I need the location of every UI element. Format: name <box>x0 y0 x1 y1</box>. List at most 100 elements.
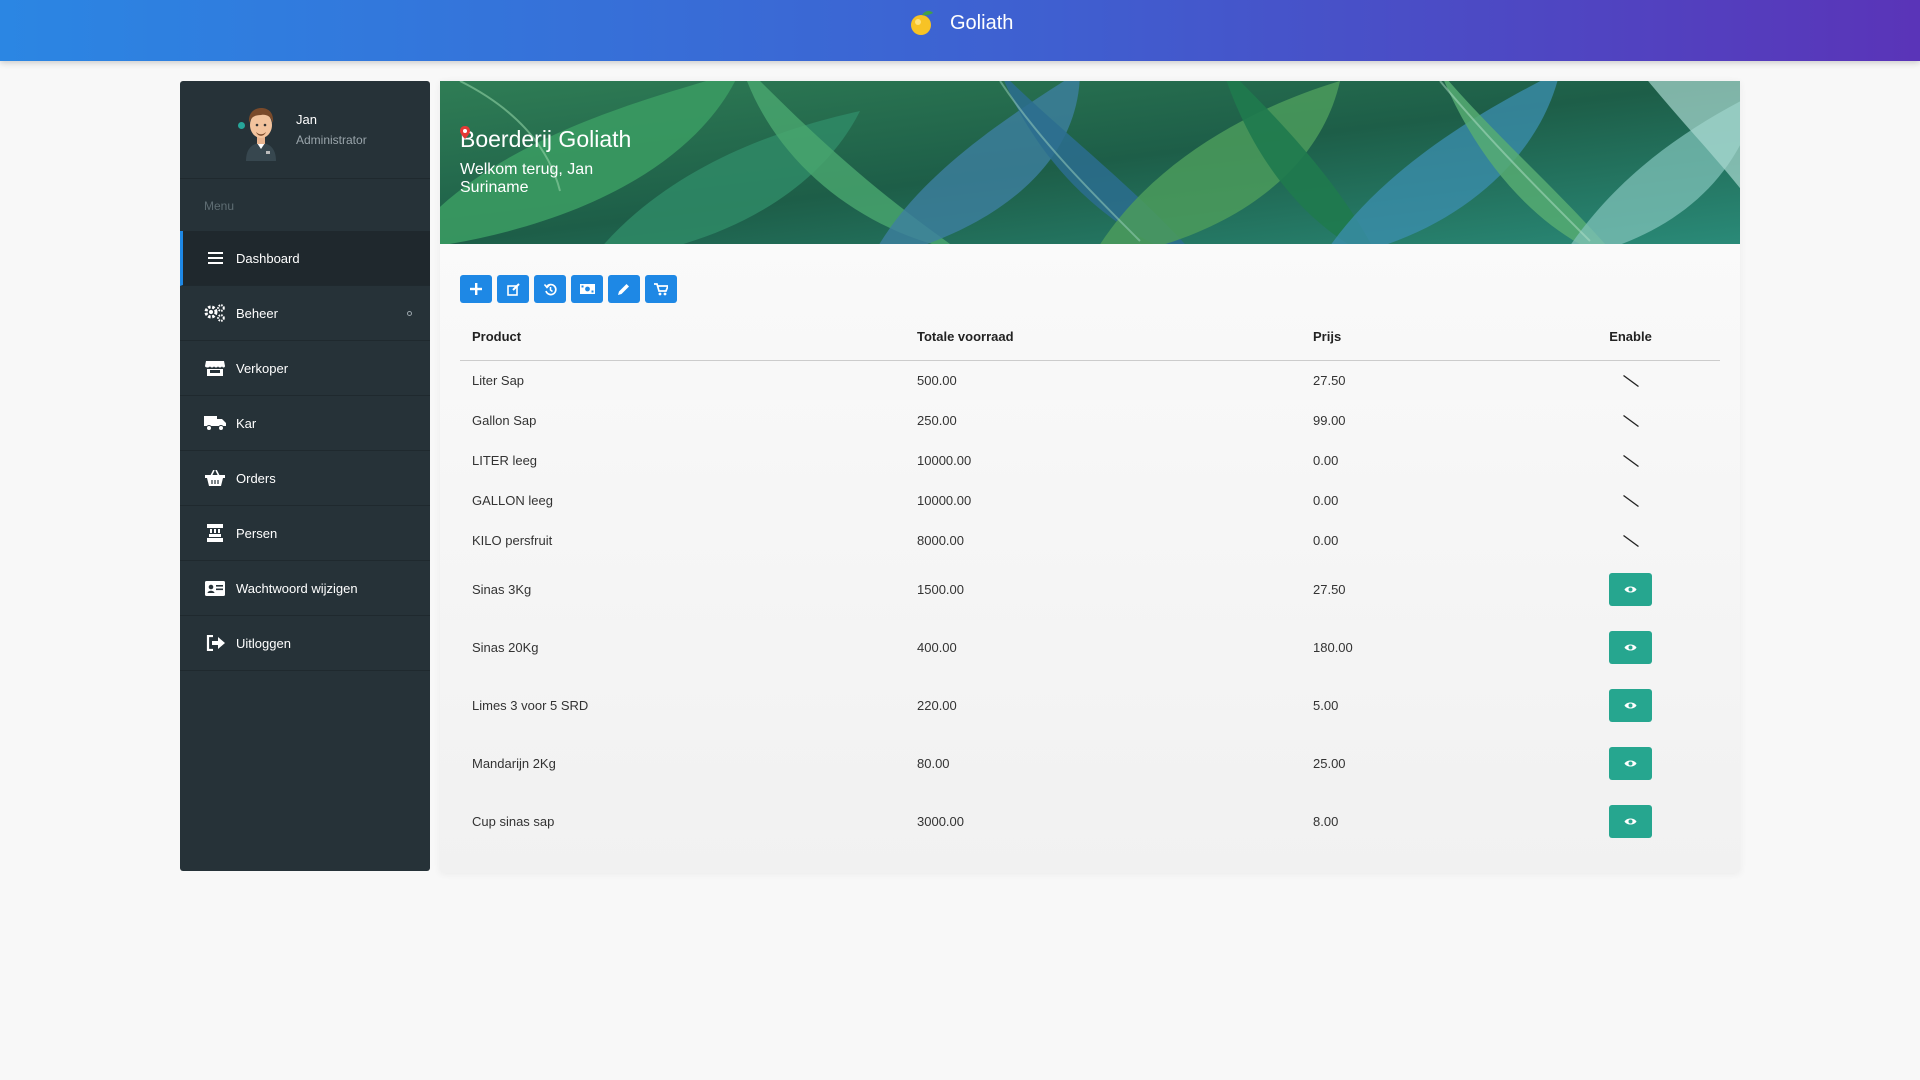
cell-stock: 80.00 <box>917 755 950 771</box>
table-row: Limes 3 voor 5 SRD 220.00 5.00 <box>460 676 1720 734</box>
cell-price: 0.00 <box>1313 532 1339 548</box>
brand[interactable]: Goliath <box>908 6 1013 40</box>
top-navbar: Goliath <box>0 0 1920 61</box>
cell-enable <box>1541 676 1720 734</box>
sidebar-item-wachtwoord-wijzigen[interactable]: Wachtwoord wijzigen <box>180 561 430 616</box>
cell-enable <box>1541 480 1720 520</box>
eye-icon <box>1624 586 1637 592</box>
table-row: Liter Sap 500.00 27.50 <box>460 360 1720 400</box>
cell-stock: 10000.00 <box>917 452 972 468</box>
table-row: Sinas 20Kg 400.00 180.00 <box>460 618 1720 676</box>
user-profile: Jan Administrator <box>180 81 430 179</box>
store-icon <box>204 359 226 377</box>
cell-enable <box>1541 440 1720 480</box>
location-text: Suriname <box>460 179 529 196</box>
orange-logo-icon <box>911 10 933 35</box>
cell-enable <box>1541 734 1720 792</box>
sidebar-item-label: Wachtwoord wijzigen <box>236 580 358 596</box>
cell-price: 5.00 <box>1313 697 1339 713</box>
edit-button[interactable] <box>497 275 529 303</box>
table-row: GALLON leeg 10000.00 0.00 <box>460 480 1720 520</box>
view-button[interactable] <box>1609 572 1652 606</box>
map-marker-icon <box>460 126 470 139</box>
cell-product: Sinas 3Kg <box>472 581 532 597</box>
sidebar-item-label: Orders <box>236 470 276 486</box>
cell-product: Cup sinas sap <box>472 813 555 829</box>
cell-enable <box>1541 618 1720 676</box>
sidebar-item-verkoper[interactable]: Verkoper <box>180 341 430 396</box>
sidebar-item-orders[interactable]: Orders <box>180 451 430 506</box>
cell-product: KILO persfruit <box>472 532 553 548</box>
sidebar-item-label: Persen <box>236 525 278 541</box>
cell-price: 99.00 <box>1313 412 1346 428</box>
main-content: Boerderij Goliath Welkom terug, Jan Suri… <box>440 81 1740 873</box>
sidebar-item-label: Uitloggen <box>236 635 291 651</box>
eye-icon <box>1624 818 1637 824</box>
bars-icon <box>204 249 226 267</box>
history-icon <box>543 283 557 295</box>
plus-icon <box>470 283 482 295</box>
eye-icon <box>1624 644 1637 650</box>
column-header-stock[interactable]: Totale voorraad <box>905 313 1301 361</box>
view-button[interactable] <box>1609 630 1652 664</box>
view-button[interactable] <box>1609 688 1652 722</box>
eye-icon <box>1624 702 1637 708</box>
header-banner: Boerderij Goliath Welkom terug, Jan Suri… <box>440 81 1740 244</box>
cell-price: 0.00 <box>1313 452 1339 468</box>
cogs-icon <box>204 304 226 322</box>
user-name[interactable]: Jan <box>296 112 367 127</box>
view-button[interactable] <box>1609 746 1652 780</box>
disabled-slash-icon <box>1622 495 1639 508</box>
table-row: KILO persfruit 8000.00 0.00 <box>460 520 1720 560</box>
edit-icon <box>506 282 520 296</box>
expand-indicator-icon <box>407 311 412 316</box>
sidebar: Jan Administrator Menu Dashboard Beheer … <box>180 81 430 871</box>
sidebar-item-label: Dashboard <box>236 250 300 266</box>
location: Suriname <box>460 126 631 197</box>
cell-price: 0.00 <box>1313 492 1339 508</box>
sidebar-item-beheer[interactable]: Beheer <box>180 286 430 341</box>
cell-stock: 250.00 <box>917 412 957 428</box>
cell-stock: 1500.00 <box>917 581 964 597</box>
cell-product: Sinas 20Kg <box>472 639 539 655</box>
cell-price: 180.00 <box>1313 639 1353 655</box>
table-row: Cup sinas sap 3000.00 8.00 <box>460 792 1720 850</box>
payment-button[interactable] <box>571 275 603 303</box>
pencil-button[interactable] <box>608 275 640 303</box>
cell-price: 27.50 <box>1313 372 1346 388</box>
table-row: Gallon Sap 250.00 99.00 <box>460 400 1720 440</box>
cell-enable <box>1541 360 1720 400</box>
cart-button[interactable] <box>645 275 677 303</box>
truck-icon <box>204 414 226 432</box>
view-button[interactable] <box>1609 804 1652 838</box>
cell-price: 27.50 <box>1313 581 1346 597</box>
cell-stock: 500.00 <box>917 372 957 388</box>
sidebar-item-label: Kar <box>236 415 257 431</box>
disabled-slash-icon <box>1622 535 1639 548</box>
press-icon <box>204 524 226 542</box>
cell-product: Limes 3 voor 5 SRD <box>472 697 589 713</box>
cell-enable <box>1541 792 1720 850</box>
pencil-icon <box>618 284 629 295</box>
avatar[interactable] <box>236 99 286 161</box>
column-header-price[interactable]: Prijs <box>1301 313 1541 361</box>
cell-stock: 3000.00 <box>917 813 964 829</box>
column-header-enable[interactable]: Enable <box>1541 313 1720 361</box>
sidebar-item-persen[interactable]: Persen <box>180 506 430 561</box>
sidebar-item-kar[interactable]: Kar <box>180 396 430 451</box>
cell-enable <box>1541 560 1720 618</box>
eye-icon <box>1624 760 1637 766</box>
table-row: LITER leeg 10000.00 0.00 <box>460 440 1720 480</box>
cell-price: 8.00 <box>1313 813 1339 829</box>
sidebar-item-dashboard[interactable]: Dashboard <box>180 231 430 286</box>
history-button[interactable] <box>534 275 566 303</box>
add-button[interactable] <box>460 275 492 303</box>
cell-enable <box>1541 520 1720 560</box>
brand-name: Goliath <box>950 11 1014 34</box>
cell-product: Gallon Sap <box>472 412 537 428</box>
cell-product: LITER leeg <box>472 452 538 468</box>
action-toolbar <box>460 275 677 303</box>
sidebar-item-uitloggen[interactable]: Uitloggen <box>180 616 430 671</box>
column-header-product[interactable]: Product <box>460 313 905 361</box>
disabled-slash-icon <box>1622 455 1639 468</box>
